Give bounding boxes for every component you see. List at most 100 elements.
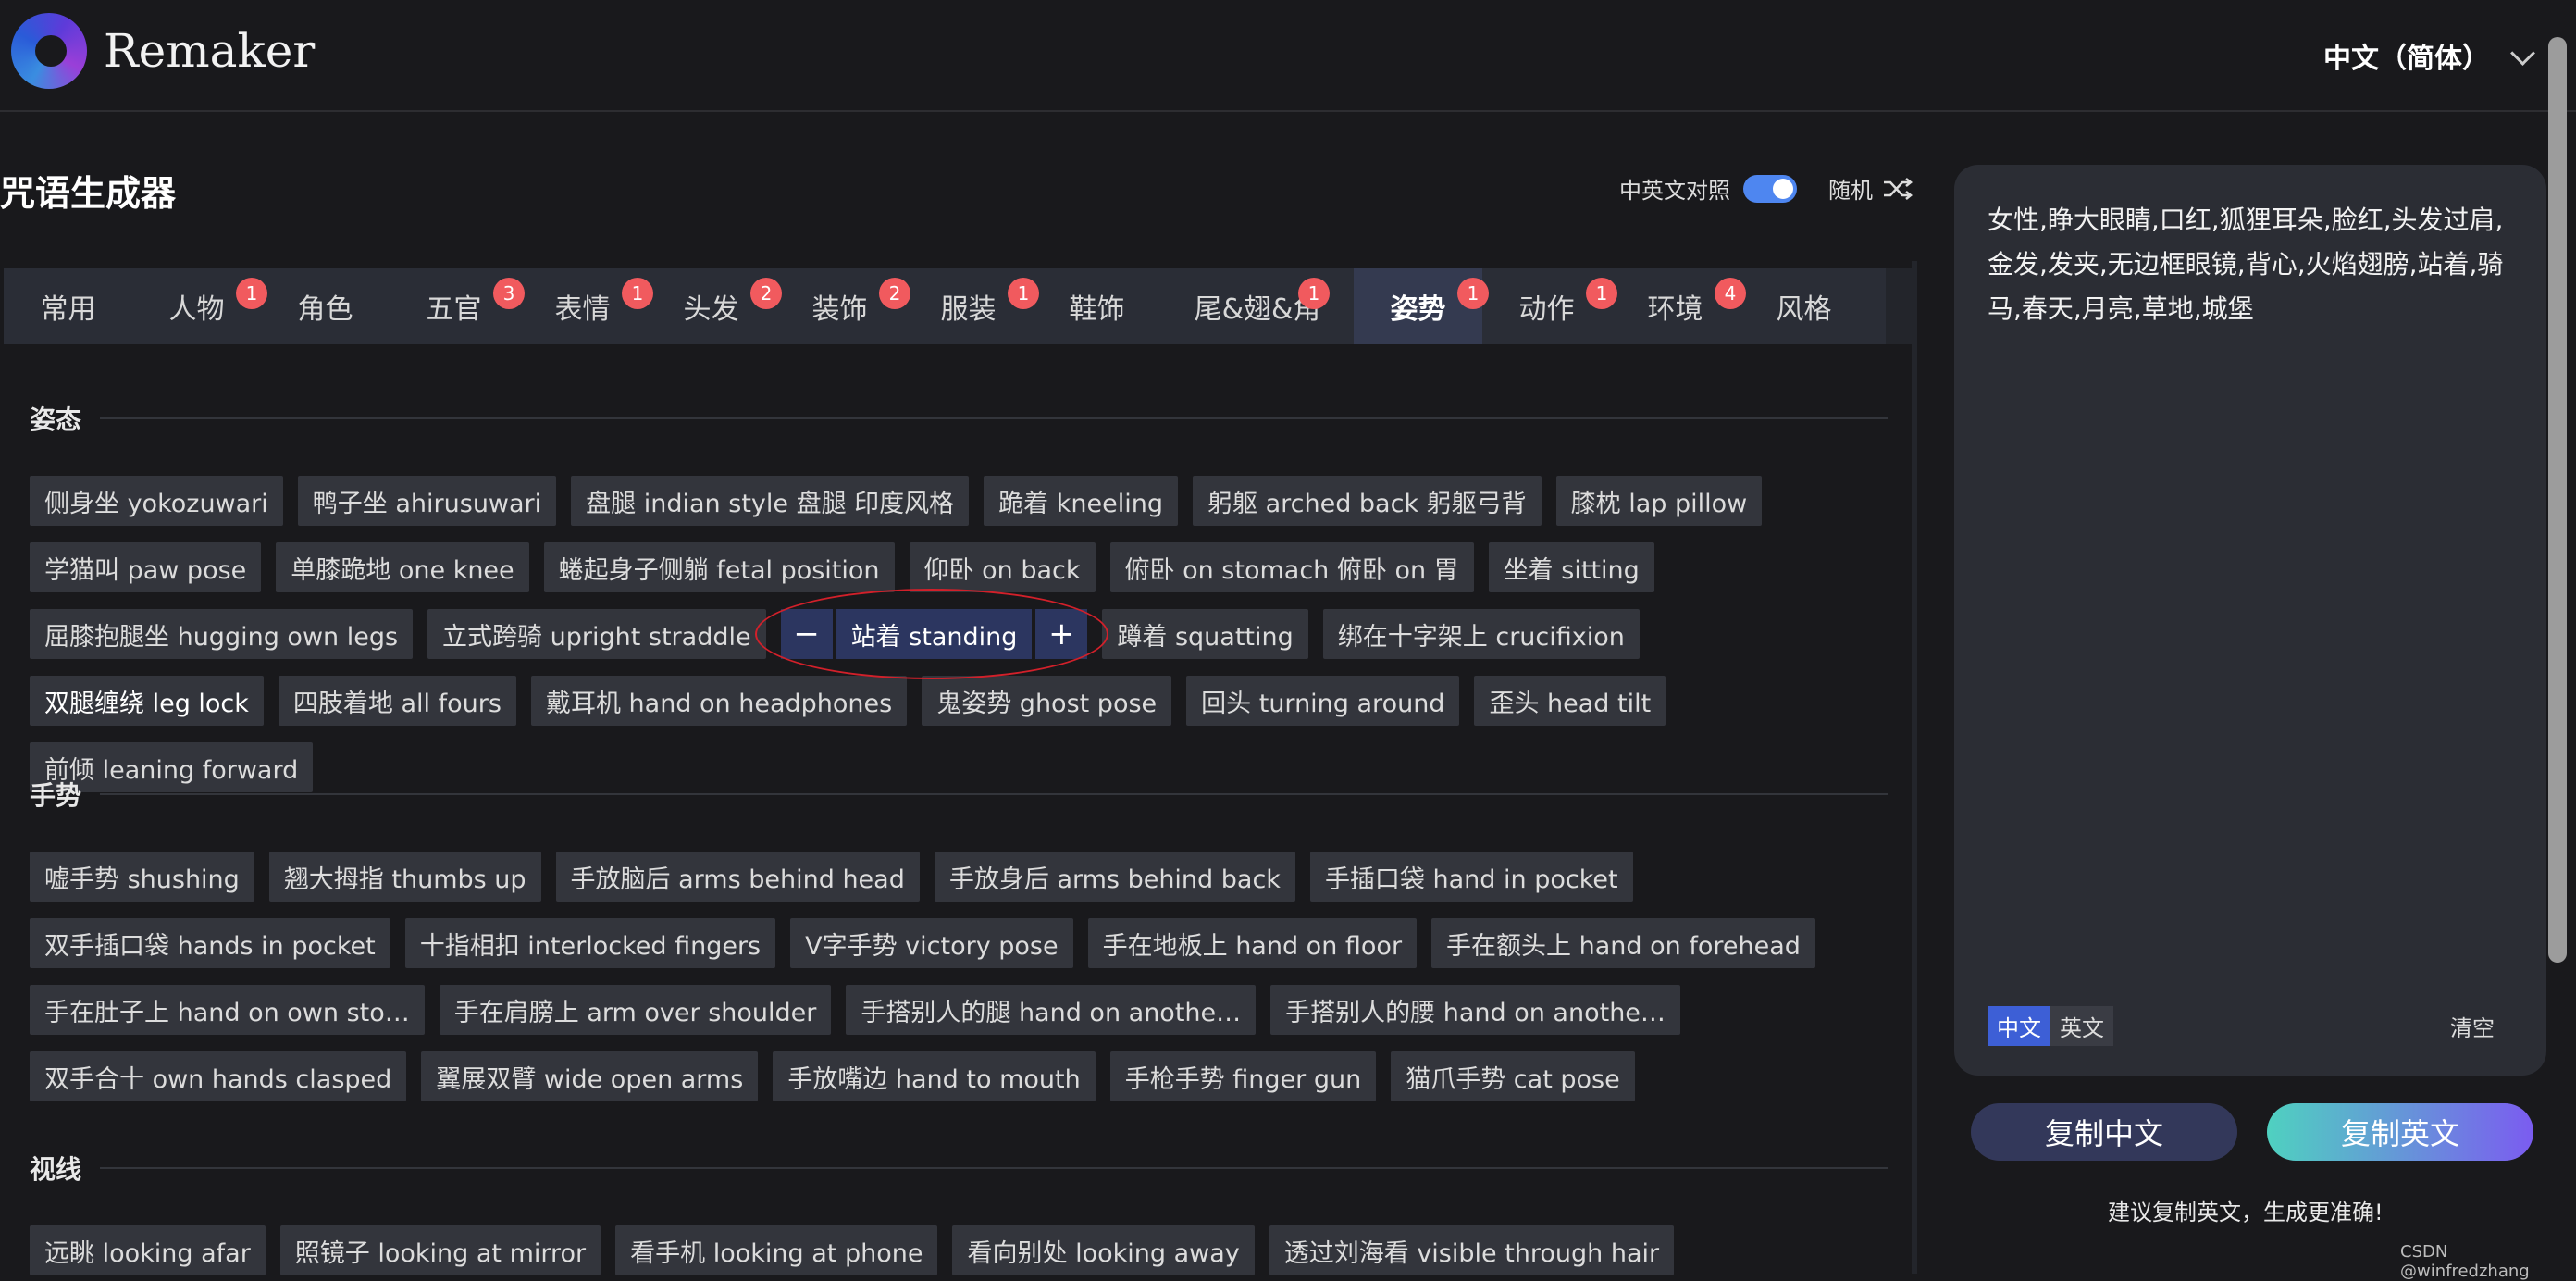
section-divider <box>100 793 1888 795</box>
tag-chip[interactable]: 看向别处 looking away <box>952 1225 1255 1275</box>
tag-chip[interactable]: 侧身坐 yokozuwari <box>30 476 283 526</box>
tab-label: 风格 <box>1776 293 1832 326</box>
brand-name[interactable]: Remaker <box>104 24 315 78</box>
tag-chip[interactable]: V字手势 victory pose <box>790 918 1073 968</box>
section-pose: 姿态 侧身坐 yokozuwari 鸭子坐 ahirusuwari 盘腿 indian… <box>30 400 1888 792</box>
bilingual-toggle[interactable] <box>1743 174 1797 203</box>
tag-chip[interactable]: 手放嘴边 hand to mouth <box>773 1051 1096 1101</box>
tab-11[interactable]: 动作 1 <box>1482 268 1617 344</box>
watermark: CSDN @winfredzhang <box>2400 1242 2530 1281</box>
tag-chip[interactable]: 看手机 looking at phone <box>615 1225 938 1275</box>
tag-chip[interactable]: 俯卧 on stomach 俯卧 on 胃 <box>1109 542 1474 592</box>
increase-weight-button[interactable]: + <box>1035 609 1088 659</box>
tag-chip[interactable]: 歪头 head tilt <box>1474 676 1666 726</box>
tab-4[interactable]: 表情 1 <box>518 268 653 344</box>
tab-1[interactable]: 人物 1 <box>132 268 267 344</box>
output-panel: 女性,睁大眼睛,口红,狐狸耳朵,脸红,头发过肩,金发,发夹,无边框眼镜,背心,火… <box>1954 165 2546 1076</box>
tag-chip[interactable]: 四肢着地 all fours <box>278 676 516 726</box>
section-divider <box>100 417 1888 419</box>
tab-label: 角色 <box>297 293 353 326</box>
tag-chip[interactable]: 手枪手势 finger gun <box>1109 1051 1377 1101</box>
clear-button[interactable]: 清空 <box>2450 1010 2495 1042</box>
tab-9[interactable]: 尾&翅&角 1 <box>1161 268 1354 344</box>
tab-10[interactable]: 姿势 1 <box>1354 268 1489 344</box>
language-label: 中文（简体） <box>2323 43 2490 75</box>
tag-chip[interactable]: 坐着 sitting <box>1488 542 1654 592</box>
tag-chip[interactable]: 双腿缠绕 leg lock <box>30 676 264 726</box>
lang-cn-option[interactable]: 中文 <box>1988 1006 2050 1046</box>
tag-chip[interactable]: 手放身后 arms behind back <box>934 852 1295 902</box>
tag-chip[interactable]: 鸭子坐 ahirusuwari <box>297 476 557 526</box>
tab-5[interactable]: 头发 2 <box>647 268 782 344</box>
vertical-scrollbar[interactable] <box>2548 37 2567 963</box>
random-label: 随机 <box>1828 178 1873 204</box>
tag-chip[interactable]: 回头 turning around <box>1186 676 1460 726</box>
tag-chip[interactable]: 翘大拇指 thumbs up <box>268 852 541 902</box>
section-title-text: 手势 <box>30 780 82 811</box>
copy-english-button[interactable]: 复制英文 <box>2267 1103 2533 1161</box>
tab-label: 服装 <box>940 293 997 326</box>
tag-chip[interactable]: 双手合十 own hands clasped <box>30 1051 407 1101</box>
tag-chip[interactable]: 跪着 kneeling <box>984 476 1178 526</box>
tag-chip[interactable]: 双手插口袋 hands in pocket <box>30 918 390 968</box>
tag-chip[interactable]: 嘘手势 shushing <box>30 852 254 902</box>
tab-7[interactable]: 服装 1 <box>904 268 1039 344</box>
tab-badge: 1 <box>1298 278 1330 309</box>
tab-12[interactable]: 环境 4 <box>1611 268 1746 344</box>
tag-chip[interactable]: 远眺 looking afar <box>30 1225 266 1275</box>
lang-en-option[interactable]: 英文 <box>2050 1006 2113 1046</box>
tag-chip[interactable]: 学猫叫 paw pose <box>30 542 262 592</box>
section-title: 视线 <box>30 1150 1888 1187</box>
tab-6[interactable]: 装饰 2 <box>775 268 910 344</box>
tab-label: 动作 <box>1518 293 1575 326</box>
decrease-weight-button[interactable]: − <box>780 609 833 659</box>
copy-tip: 建议复制英文，生成更准确! <box>2108 1200 2384 1225</box>
tab-13[interactable]: 风格 <box>1740 268 1868 344</box>
tab-8[interactable]: 鞋饰 <box>1033 268 1161 344</box>
tag-chip[interactable]: 蹲着 squatting <box>1102 609 1308 659</box>
options-bar: 中英文对照 随机 <box>1619 172 1913 205</box>
tag-chip[interactable]: 手在额头上 hand on forehead <box>1431 918 1815 968</box>
tag-chip[interactable]: 立式跨骑 upright straddle <box>427 609 766 659</box>
category-tabs: 常用 人物 1 角色 五官 3 表情 1 头发 2 装饰 2 服装 1 鞋饰 尾&翅&角 1 姿势 1 动作 1 环境 4 风… <box>4 268 1912 344</box>
shuffle-icon <box>1884 177 1913 200</box>
tag-chip[interactable]: 猫爪手势 cat pose <box>1391 1051 1635 1101</box>
remaker-logo-icon[interactable] <box>11 13 87 89</box>
tag-chip[interactable]: 手在肚子上 hand on own sto… <box>30 985 425 1035</box>
tab-0[interactable]: 常用 <box>4 268 132 344</box>
tag-chip[interactable]: 手搭别人的腰 hand on anothe… <box>1270 985 1680 1035</box>
language-selector[interactable]: 中文（简体） <box>2323 35 2535 76</box>
copy-chinese-button[interactable]: 复制中文 <box>1971 1103 2237 1161</box>
tag-chip[interactable]: 蜷起身子侧躺 fetal position <box>543 542 895 592</box>
tag-chip[interactable]: 透过刘海看 visible through hair <box>1269 1225 1675 1275</box>
bilingual-label: 中英文对照 <box>1619 178 1730 204</box>
tag-chip[interactable]: 十指相扣 interlocked fingers <box>404 918 776 968</box>
tag-chip[interactable]: 戴耳机 hand on headphones <box>530 676 908 726</box>
tag-chip[interactable]: 手在地板上 hand on floor <box>1087 918 1418 968</box>
output-language-switch: 中文 英文 <box>1988 1006 2113 1046</box>
tag-chip[interactable]: 单膝跪地 one knee <box>276 542 529 592</box>
tag-chip[interactable]: 手插口袋 hand in pocket <box>1309 852 1633 902</box>
section-title: 手势 <box>30 776 1888 813</box>
random-button[interactable]: 随机 <box>1828 172 1913 205</box>
section-title-text: 视线 <box>30 1154 82 1185</box>
tag-chip[interactable]: 仰卧 on back <box>909 542 1096 592</box>
left-panel-edge <box>1912 261 1917 1274</box>
tab-2[interactable]: 角色 <box>261 268 390 344</box>
chip-label[interactable]: 站着 standing <box>836 609 1033 659</box>
tag-chip[interactable]: 屈膝抱腿坐 hugging own legs <box>30 609 414 659</box>
tag-chip[interactable]: 手在肩膀上 arm over shoulder <box>439 985 832 1035</box>
tag-chip[interactable]: 手搭别人的腿 hand on anothe… <box>846 985 1257 1035</box>
tag-chip[interactable]: 鬼姿势 ghost pose <box>922 676 1172 726</box>
tab-label: 头发 <box>683 293 739 326</box>
tag-chip[interactable]: 照镜子 looking at mirror <box>279 1225 601 1275</box>
tag-chip[interactable]: 手放脑后 arms behind head <box>555 852 920 902</box>
tag-chip[interactable]: 翼展双臂 wide open arms <box>421 1051 759 1101</box>
tag-chip[interactable]: 盘腿 indian style 盘腿 印度风格 <box>571 476 970 526</box>
tag-chip[interactable]: 膝枕 lap pillow <box>1555 476 1763 526</box>
tag-chip[interactable]: 躬躯 arched back 躬躯弓背 <box>1192 476 1542 526</box>
tag-chip[interactable]: 绑在十字架上 crucifixion <box>1322 609 1640 659</box>
section-gesture: 手势嘘手势 shushing 翘大拇指 thumbs up 手放脑后 arms be… <box>30 776 1888 1101</box>
prompt-output[interactable]: 女性,睁大眼睛,口红,狐狸耳朵,脸红,头发过肩,金发,发夹,无边框眼镜,背心,火… <box>1988 198 2515 331</box>
tab-3[interactable]: 五官 3 <box>390 268 525 344</box>
